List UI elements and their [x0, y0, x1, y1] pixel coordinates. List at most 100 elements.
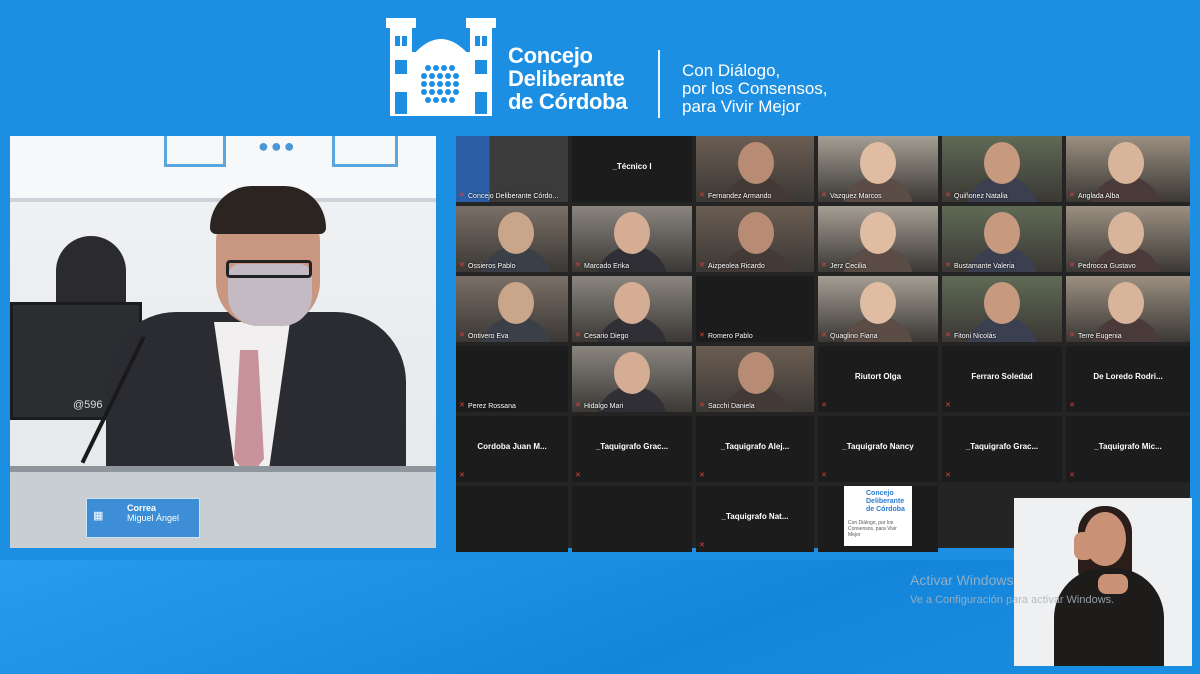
participant-name-center: _Taquigrafo Nancy	[842, 442, 914, 451]
muted-mic-icon: ✕	[699, 402, 705, 409]
participant-tile[interactable]: ✕ Romero Pablo	[696, 276, 814, 342]
participant-name-center: _Técnico I	[612, 162, 652, 171]
participant-name-center: De Loredo Rodri...	[1093, 372, 1163, 381]
participant-tile[interactable]: _Taquigrafo Mic... ✕	[1066, 416, 1190, 482]
muted-mic-icon: ✕	[459, 332, 465, 339]
participant-tile[interactable]: _Taquigrafo Grac... ✕	[942, 416, 1062, 482]
sign-language-interpreter	[1014, 498, 1192, 666]
header-divider	[658, 50, 660, 118]
monitor-text: @596	[73, 399, 103, 411]
participant-head	[738, 352, 774, 394]
participant-name-label: Anglada Alba	[1078, 193, 1120, 200]
participant-tile[interactable]: ✕ Cesario Diego	[572, 276, 692, 342]
participant-head	[860, 212, 896, 254]
participant-head	[860, 142, 896, 184]
participant-head	[860, 282, 896, 324]
participant-tile[interactable]: ✕ Fitoni Nicolás	[942, 276, 1062, 342]
participant-tile[interactable]: ✕ Concejo Deliberante Córdo...	[456, 136, 568, 202]
participant-head	[614, 282, 650, 324]
participant-head	[984, 212, 1020, 254]
wall-logo-left	[164, 136, 226, 167]
participant-tile[interactable]: ✕ Ontivero Eva	[456, 276, 568, 342]
participant-tile[interactable]: _Taquigrafo Nancy ✕	[818, 416, 938, 482]
muted-mic-icon: ✕	[821, 332, 827, 339]
wall-logo-dots: ●●●	[258, 136, 297, 156]
participant-tile[interactable]: ✕ Aizpeolea Ricardo	[696, 206, 814, 272]
muted-mic-icon: ✕	[945, 402, 951, 409]
participant-head	[738, 212, 774, 254]
participant-tile[interactable]: ✕ Bustamante Valeria	[942, 206, 1062, 272]
slogan-line3: para Vivir Mejor	[682, 97, 801, 116]
participant-tile[interactable]: _Técnico I	[572, 136, 692, 202]
muted-mic-icon: ✕	[821, 472, 827, 479]
muted-mic-icon: ✕	[1069, 332, 1075, 339]
nameplate-logo-icon: ▦	[93, 510, 104, 522]
participant-name-label: Aizpeolea Ricardo	[708, 263, 765, 270]
participant-tile[interactable]: ✕ Quiñonez Natalia	[942, 136, 1062, 202]
participant-tile[interactable]: De Loredo Rodri... ✕	[1066, 346, 1190, 412]
muted-mic-icon: ✕	[945, 472, 951, 479]
participant-tile[interactable]: _Taquigrafo Grac... ✕	[572, 416, 692, 482]
participant-tile[interactable]: ✕ Sacchi Daniela	[696, 346, 814, 412]
council-name-line3: de Córdoba	[508, 89, 628, 114]
participant-tile[interactable]: ✕ Pedrocca Gustavo	[1066, 206, 1190, 272]
participant-tile[interactable]: Ferraro Soledad ✕	[942, 346, 1062, 412]
nameplate-given-name: Miguel Ángel	[127, 513, 180, 523]
participant-tile[interactable]: ✕ Terre Eugenia	[1066, 276, 1190, 342]
muted-mic-icon: ✕	[699, 262, 705, 269]
participant-name-center: Ferraro Soledad	[971, 372, 1033, 381]
participant-tile[interactable]: ✕ Quaglino Fiana	[818, 276, 938, 342]
participant-name-label: Quiñonez Natalia	[954, 193, 1008, 200]
muted-mic-icon: ✕	[459, 402, 465, 409]
muted-mic-icon: ✕	[575, 402, 581, 409]
participant-tile[interactable]: ✕ Hidalgo Mari	[572, 346, 692, 412]
muted-mic-icon: ✕	[945, 332, 951, 339]
participant-tile[interactable]: ✕ Jerz Cecilia	[818, 206, 938, 272]
participant-tile[interactable]: _Taquigrafo Alej... ✕	[696, 416, 814, 482]
muted-mic-icon: ✕	[699, 332, 705, 339]
participant-name-center: Cordoba Juan M...	[477, 442, 547, 451]
muted-mic-icon: ✕	[1069, 472, 1075, 479]
participant-name-label: Ossieros Pablo	[468, 263, 516, 270]
participant-name-label: Cesario Diego	[584, 333, 629, 340]
participant-head	[614, 352, 650, 394]
desk	[10, 472, 436, 548]
participant-name-label: Hidalgo Mari	[584, 403, 624, 410]
muted-mic-icon: ✕	[1069, 192, 1075, 199]
participant-tile[interactable]: ✕ Vazquez Marcos	[818, 136, 938, 202]
participant-tile[interactable]: ✕ Ossieros Pablo	[456, 206, 568, 272]
participant-tile[interactable]: Concejo Deliberante de Córdoba Con Diálogo,…	[818, 486, 938, 552]
participant-name-label: Jerz Cecilia	[830, 263, 867, 270]
participant-tile[interactable]: _Taquigrafo Nat... ✕	[696, 486, 814, 552]
participant-name-label: Romero Pablo	[708, 333, 753, 340]
participant-tile[interactable]: ✕ Anglada Alba	[1066, 136, 1190, 202]
slogan-line2: por los Consensos,	[682, 79, 828, 98]
muted-mic-icon: ✕	[821, 262, 827, 269]
participant-tile[interactable]	[572, 486, 692, 552]
participant-head	[984, 282, 1020, 324]
participant-tile[interactable]: Riutort Olga ✕	[818, 346, 938, 412]
slogan-line1: Con Diálogo,	[682, 61, 781, 80]
logo-card-text: Deliberante	[866, 498, 905, 505]
participant-name-label: Bustamante Valeria	[954, 263, 1015, 270]
broadcast-header: Concejo Deliberante de Córdoba Con Diálo…	[380, 8, 860, 118]
speaker-glasses	[226, 260, 312, 278]
logo-card-slogan: Con Diálogo, por los Consensos, para Viv…	[848, 520, 897, 538]
interpreter-hand-left	[1074, 532, 1094, 560]
council-logo-card: Concejo Deliberante de Córdoba Con Diálogo,…	[844, 486, 912, 546]
participant-tile[interactable]	[456, 486, 568, 552]
participant-name-center: _Taquigrafo Mic...	[1094, 442, 1162, 451]
council-building-icon	[386, 18, 496, 116]
participant-head	[1108, 142, 1144, 184]
muted-mic-icon: ✕	[699, 192, 705, 199]
participant-name-center: _Taquigrafo Alej...	[720, 442, 790, 451]
participant-tile[interactable]: Cordoba Juan M... ✕	[456, 416, 568, 482]
participant-tile[interactable]: ✕ Perez Rossana	[456, 346, 568, 412]
participant-head	[1108, 212, 1144, 254]
speaker-hair	[210, 186, 326, 234]
participant-tile[interactable]: ✕ Marcado Erika	[572, 206, 692, 272]
participant-tile[interactable]: ✕ Fernandez Armando	[696, 136, 814, 202]
nameplate-surname: Correa	[127, 503, 157, 513]
participant-name-label: Sacchi Daniela	[708, 403, 755, 410]
windows-activation-subtitle: Ve a Configuración para activar Windows.	[910, 594, 1115, 606]
